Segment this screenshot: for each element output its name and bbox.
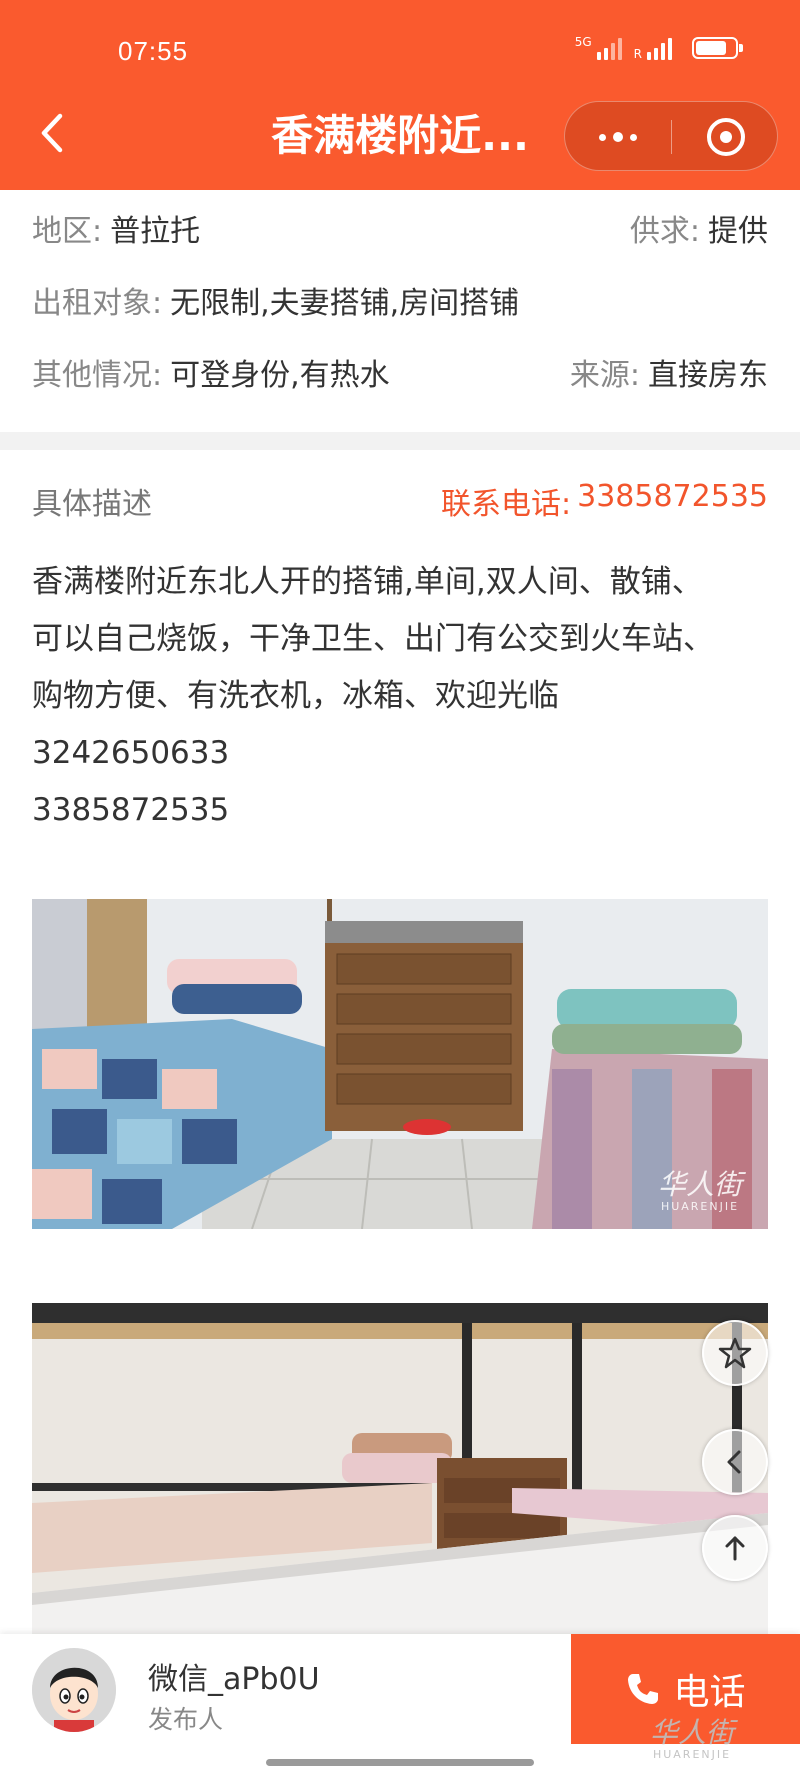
- area-field: 地区: 普拉托: [32, 206, 200, 250]
- app-root: 07:55 5G R 香满楼附近... 地区: 普拉托 供求: 提供 出租对象:…: [0, 0, 800, 1777]
- signal-5g-icon: 5G: [575, 36, 622, 60]
- bedroom-photo-2: [32, 1303, 768, 1663]
- status-time: 07:55: [118, 36, 189, 66]
- more-dots-icon: [599, 133, 606, 141]
- avatar-cartoon-icon: [32, 1648, 116, 1732]
- listing-photo-1[interactable]: 华人街 HUARENJIE: [32, 899, 768, 1229]
- page-watermark-main: 华人街: [650, 1716, 735, 1749]
- supply-value: 提供: [708, 214, 768, 249]
- other-label: 其他情况:: [32, 358, 163, 393]
- status-icons: 5G R: [575, 36, 743, 60]
- description-body: 香满楼附近东北人开的搭铺,单间,双人间、散铺、 可以自己烧饭，干净卫生、出门有公…: [32, 554, 768, 839]
- source-field: 来源: 直接房东: [570, 350, 768, 394]
- contact-label: 联系电话:: [441, 487, 572, 522]
- watermark-main: 华人街: [657, 1168, 742, 1201]
- description-phone-2[interactable]: 3385872535: [32, 782, 768, 839]
- source-label: 来源:: [569, 358, 640, 393]
- source-value: 直接房东: [648, 358, 768, 393]
- close-button[interactable]: [672, 102, 779, 172]
- info-row-area-supply: 地区: 普拉托 供求: 提供: [32, 206, 768, 250]
- description-title: 具体描述: [32, 487, 152, 522]
- supply-field: 供求: 提供: [630, 206, 768, 250]
- header: 07:55 5G R 香满楼附近...: [0, 0, 800, 190]
- info-row-rent-target: 出租对象: 无限制,夫妻搭铺,房间搭铺: [32, 278, 768, 322]
- back-button[interactable]: [34, 108, 74, 158]
- page-watermark: 华人街 HUARENJIE: [650, 1716, 735, 1762]
- publisher-name: 微信_aPb0U: [148, 1662, 320, 1697]
- photo-watermark: 华人街 HUARENJIE: [657, 1168, 742, 1214]
- info-row-other-source: 其他情况: 可登身份,有热水 来源: 直接房东: [32, 350, 768, 394]
- network-label: 5G: [574, 35, 592, 49]
- description-line: 香满楼附近东北人开的搭铺,单间,双人间、散铺、: [32, 564, 703, 600]
- call-label: 电话: [673, 1672, 746, 1713]
- phone-icon: [628, 1674, 659, 1704]
- listing-info: 地区: 普拉托 供求: 提供 出租对象: 无限制,夫妻搭铺,房间搭铺 其他情况:…: [0, 190, 800, 430]
- back-to-top-button[interactable]: [702, 1515, 768, 1581]
- back-chevron-icon: [41, 113, 63, 153]
- page-title: 香满楼附近...: [271, 111, 529, 160]
- battery-icon: [692, 37, 743, 59]
- favorite-button[interactable]: [702, 1320, 768, 1386]
- contact-phone-link[interactable]: 联系电话: 3385872535: [441, 479, 768, 523]
- contact-phone: 3385872535: [577, 479, 768, 514]
- previous-button[interactable]: [702, 1429, 768, 1495]
- carrier-label: R: [633, 47, 642, 61]
- area-value: 普拉托: [110, 214, 201, 249]
- other-field: 其他情况: 可登身份,有热水: [32, 350, 390, 394]
- description-phone-1[interactable]: 3242650633: [32, 725, 768, 782]
- home-indicator[interactable]: [266, 1759, 534, 1766]
- watermark-sub: HUARENJIE: [660, 1200, 740, 1213]
- description-header: 具体描述 联系电话: 3385872535: [32, 478, 768, 524]
- chevron-left-icon: [727, 1450, 741, 1474]
- avatar[interactable]: [32, 1648, 116, 1732]
- rent-target-value: 无限制,夫妻搭铺,房间搭铺: [170, 286, 520, 321]
- star-icon: [718, 1337, 752, 1369]
- other-value: 可登身份,有热水: [170, 358, 390, 393]
- supply-label: 供求:: [629, 214, 700, 249]
- section-divider: [0, 432, 800, 450]
- close-target-icon: [706, 118, 745, 156]
- listing-photo-2[interactable]: [32, 1303, 768, 1663]
- signal-roaming-icon: R: [634, 36, 672, 60]
- description-line: 购物方便、有洗衣机，冰箱、欢迎光临: [32, 678, 559, 714]
- arrow-up-icon: [725, 1536, 745, 1561]
- rent-target-label: 出租对象:: [32, 286, 163, 321]
- area-label: 地区:: [32, 214, 103, 249]
- more-button[interactable]: [565, 102, 671, 172]
- publisher-role: 发布人: [148, 1705, 224, 1734]
- page-watermark-sub: HUARENJIE: [652, 1748, 732, 1761]
- rent-target-field: 出租对象: 无限制,夫妻搭铺,房间搭铺: [32, 278, 519, 322]
- description-line: 可以自己烧饭，干净卫生、出门有公交到火车站、: [32, 621, 714, 657]
- mini-program-capsule: [564, 101, 778, 171]
